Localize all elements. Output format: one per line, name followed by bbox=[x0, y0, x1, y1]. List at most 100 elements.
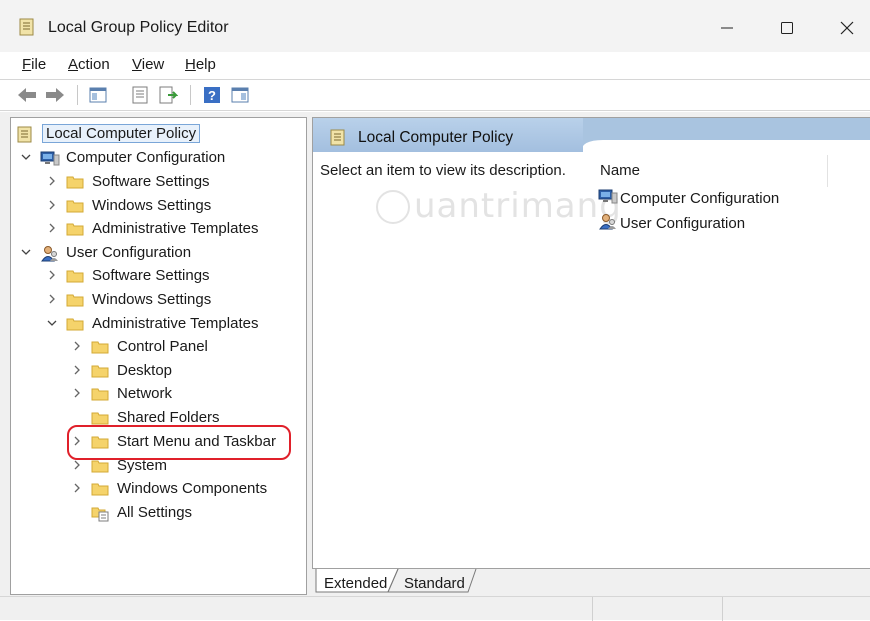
user-icon bbox=[598, 213, 620, 234]
menu-action-label: ction bbox=[78, 56, 110, 73]
window-title: Local Group Policy Editor bbox=[48, 19, 229, 36]
status-divider bbox=[722, 597, 723, 621]
menu-file[interactable]: File bbox=[22, 56, 46, 73]
tree-item-network[interactable]: Network bbox=[71, 382, 172, 404]
folder-icon bbox=[66, 221, 84, 236]
chevron-right-icon[interactable] bbox=[71, 340, 83, 352]
maximize-button[interactable] bbox=[764, 8, 810, 48]
tree-item-cc-software-settings[interactable]: Software Settings bbox=[46, 170, 210, 192]
tab-standard[interactable]: Standard bbox=[404, 572, 465, 594]
list-item-computer-configuration[interactable]: Computer Configuration bbox=[598, 187, 779, 209]
tree-label: Software Settings bbox=[92, 172, 210, 190]
chevron-right-icon[interactable] bbox=[46, 199, 58, 211]
toolbar-separator bbox=[190, 85, 191, 105]
list-item-user-configuration[interactable]: User Configuration bbox=[598, 212, 745, 234]
chevron-right-icon[interactable] bbox=[71, 459, 83, 471]
tree-item-uc-software-settings[interactable]: Software Settings bbox=[46, 264, 210, 286]
back-button[interactable] bbox=[16, 85, 36, 105]
tree-label: Computer Configuration bbox=[66, 148, 226, 166]
tree-item-cc-windows-settings[interactable]: Windows Settings bbox=[46, 194, 211, 216]
policy-icon bbox=[16, 126, 34, 142]
user-icon bbox=[40, 245, 58, 261]
chevron-right-icon[interactable] bbox=[46, 293, 58, 305]
details-pane[interactable] bbox=[312, 117, 870, 569]
tab-outline bbox=[315, 569, 477, 593]
chevron-right-icon[interactable] bbox=[71, 387, 83, 399]
chevron-right-icon[interactable] bbox=[46, 269, 58, 281]
chevron-down-icon[interactable] bbox=[20, 151, 32, 163]
folder-icon bbox=[66, 174, 84, 189]
chevron-right-icon[interactable] bbox=[46, 175, 58, 187]
menu-help-label: elp bbox=[195, 56, 216, 73]
svg-text:?: ? bbox=[208, 88, 216, 103]
folder-icon bbox=[91, 386, 109, 401]
properties-icon bbox=[132, 86, 148, 104]
tree-item-windows-components[interactable]: Windows Components bbox=[71, 477, 267, 499]
export-list-button[interactable] bbox=[158, 85, 179, 105]
forward-button[interactable] bbox=[44, 85, 64, 105]
details-title: Local Computer Policy bbox=[358, 129, 514, 146]
tree-item-computer-configuration[interactable]: Computer Configuration bbox=[20, 146, 225, 168]
list-item-label: Computer Configuration bbox=[620, 189, 780, 207]
tree-label: Administrative Templates bbox=[92, 219, 259, 237]
folder-icon bbox=[91, 481, 109, 496]
show-hide-tree-button[interactable] bbox=[88, 85, 108, 105]
tree-label: Software Settings bbox=[92, 266, 210, 284]
highlight-annotation bbox=[67, 425, 291, 460]
chevron-down-icon[interactable] bbox=[20, 246, 32, 258]
column-separator[interactable] bbox=[827, 155, 828, 187]
back-icon bbox=[18, 88, 36, 102]
chevron-right-icon[interactable] bbox=[46, 222, 58, 234]
watermark-logo bbox=[376, 190, 410, 224]
toolbar-separator bbox=[77, 85, 78, 105]
help-button[interactable]: ? bbox=[202, 85, 222, 105]
computer-icon bbox=[40, 150, 60, 165]
tree-label: Windows Settings bbox=[92, 290, 212, 308]
tab-extended[interactable]: Extended bbox=[324, 572, 387, 594]
tree-item-desktop[interactable]: Desktop bbox=[71, 359, 172, 381]
tree-label: All Settings bbox=[117, 503, 193, 521]
menu-help[interactable]: Help bbox=[185, 56, 216, 73]
all-settings-icon bbox=[91, 505, 109, 521]
tree-item-uc-windows-settings[interactable]: Windows Settings bbox=[46, 288, 211, 310]
menu-file-label: ile bbox=[31, 56, 47, 73]
chevron-right-icon[interactable] bbox=[71, 482, 83, 494]
chevron-down-icon[interactable] bbox=[46, 317, 58, 329]
tree-item-all-settings[interactable]: All Settings bbox=[91, 501, 192, 523]
minimize-button[interactable] bbox=[704, 8, 750, 48]
tree-label: User Configuration bbox=[66, 243, 192, 261]
chevron-right-icon[interactable] bbox=[71, 364, 83, 376]
tree-label: Windows Settings bbox=[92, 196, 212, 214]
tree-label: Administrative Templates bbox=[92, 314, 259, 332]
tree-label: Desktop bbox=[117, 361, 173, 379]
tree-item-user-configuration[interactable]: User Configuration bbox=[20, 241, 191, 263]
tree-item-control-panel[interactable]: Control Panel bbox=[71, 335, 208, 357]
menu-view[interactable]: View bbox=[132, 56, 164, 73]
column-header-name[interactable]: Name bbox=[600, 162, 640, 179]
forward-icon bbox=[46, 88, 64, 102]
close-button[interactable] bbox=[824, 8, 870, 48]
menu-action[interactable]: Action bbox=[68, 56, 110, 73]
show-action-pane-icon bbox=[231, 87, 249, 103]
title-bar: Local Group Policy Editor bbox=[0, 0, 870, 52]
menu-view-label: iew bbox=[141, 56, 165, 73]
help-icon: ? bbox=[204, 87, 220, 103]
folder-icon bbox=[66, 198, 84, 213]
tree-item-local-computer-policy[interactable]: Local Computer Policy bbox=[16, 122, 201, 144]
folder-icon bbox=[66, 268, 84, 283]
policy-icon bbox=[329, 129, 347, 150]
export-list-icon bbox=[159, 86, 179, 104]
tree-item-uc-administrative-templates[interactable]: Administrative Templates bbox=[46, 312, 258, 334]
tree-label: Shared Folders bbox=[117, 408, 220, 426]
minimize-icon bbox=[721, 27, 733, 29]
status-divider bbox=[592, 597, 593, 621]
tree-item-cc-administrative-templates[interactable]: Administrative Templates bbox=[46, 217, 258, 239]
show-action-pane-button[interactable] bbox=[230, 85, 250, 105]
folder-icon bbox=[91, 363, 109, 378]
folder-icon bbox=[66, 316, 84, 331]
menu-help-accel: H bbox=[185, 56, 196, 73]
menu-action-accel: A bbox=[68, 56, 79, 73]
properties-button[interactable] bbox=[130, 85, 150, 105]
status-bar bbox=[0, 596, 870, 621]
menu-file-accel: F bbox=[22, 56, 32, 73]
